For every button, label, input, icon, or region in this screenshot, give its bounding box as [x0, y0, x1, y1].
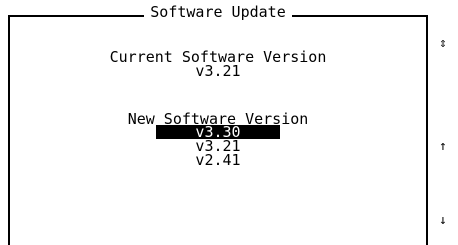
panel-title: Software Update	[0, 3, 436, 21]
version-list: v3.30 v3.21 v2.41	[8, 125, 428, 168]
version-option-v2-41[interactable]: v2.41	[8, 153, 428, 168]
down-arrow-icon[interactable]: ↓	[439, 214, 447, 228]
current-version-value: v3.21	[195, 62, 241, 80]
dialog-title: Software Update	[144, 3, 292, 21]
up-arrow-icon[interactable]: ↑	[439, 140, 447, 154]
up-down-arrow-icon[interactable]: ⇕	[439, 37, 447, 51]
